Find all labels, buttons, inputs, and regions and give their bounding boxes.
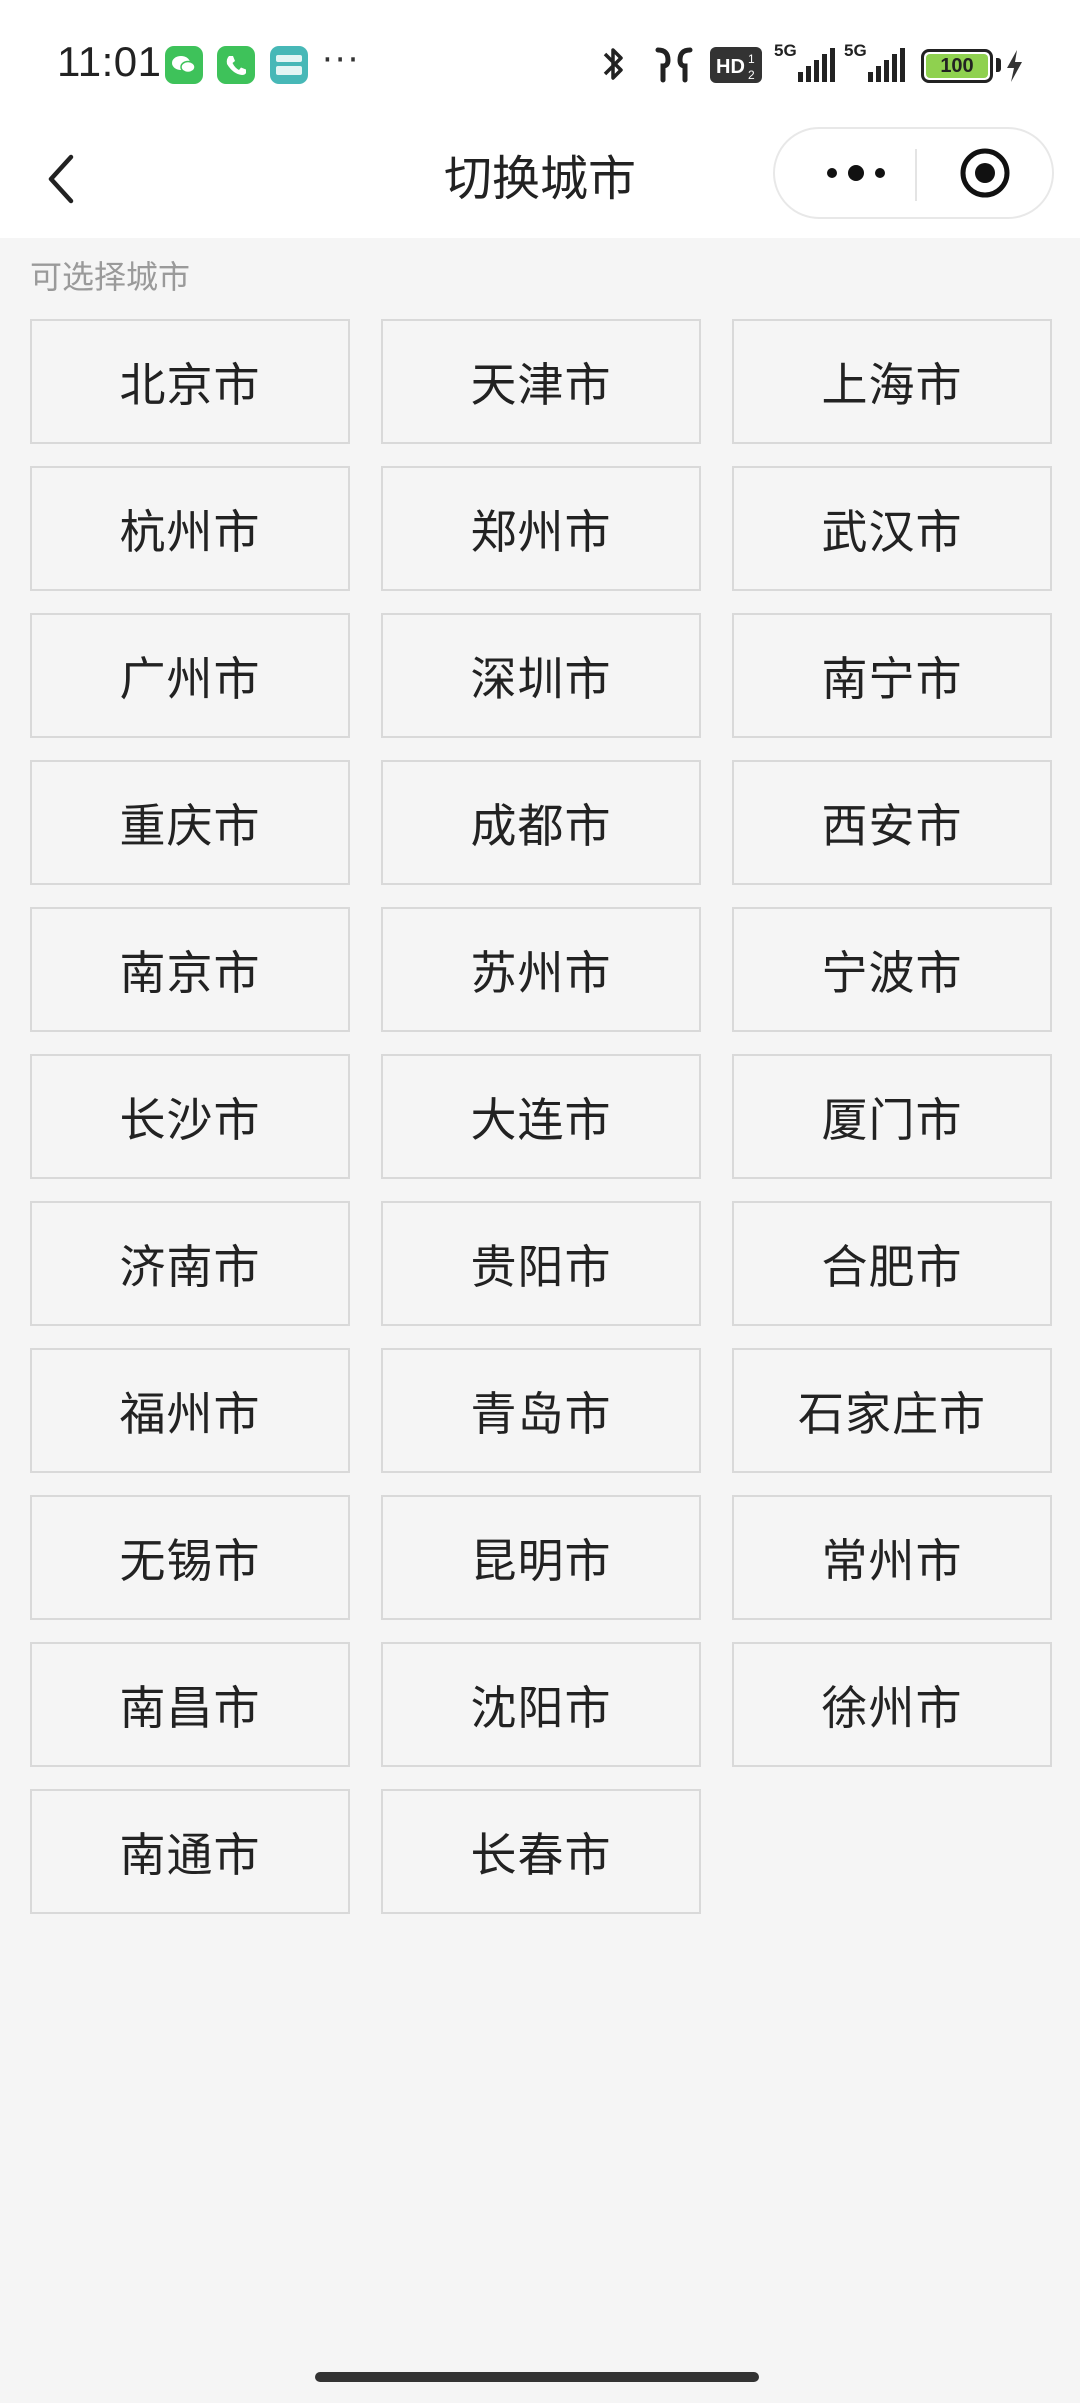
city-button[interactable]: 沈阳市	[381, 1642, 701, 1767]
svg-text:5G: 5G	[774, 41, 797, 60]
svg-text:1: 1	[748, 52, 755, 66]
wechat-icon	[165, 46, 203, 84]
more-options-button[interactable]	[797, 129, 915, 217]
battery-icon: 100	[921, 49, 993, 83]
earbuds-icon	[655, 47, 693, 83]
city-button[interactable]: 济南市	[30, 1201, 350, 1326]
signal-sim2-icon: 5G	[844, 41, 905, 82]
target-close-icon	[960, 148, 1009, 198]
city-button[interactable]: 北京市	[30, 319, 350, 444]
city-button[interactable]: 福州市	[30, 1348, 350, 1473]
city-button[interactable]: 昆明市	[381, 1495, 701, 1620]
city-button[interactable]: 南宁市	[732, 613, 1052, 738]
city-button[interactable]: 青岛市	[381, 1348, 701, 1473]
more-notifications-indicator: ···	[322, 40, 361, 80]
city-button[interactable]: 大连市	[381, 1054, 701, 1179]
status-bar: 11:01 ··· HD 1 2 5G 5G 100	[0, 0, 1080, 120]
hd-voice-icon: HD 1 2	[710, 47, 762, 83]
city-grid: 北京市 天津市 上海市杭州市 郑州市 武汉市广州市 深圳市 南宁市重庆市 成都市 西安市南京市苏…	[30, 319, 1052, 1914]
svg-text:2: 2	[748, 68, 755, 82]
battery-level: 100	[926, 54, 988, 78]
city-button[interactable]: 天津市	[381, 319, 701, 444]
city-button[interactable]: 无锡市	[30, 1495, 350, 1620]
city-button[interactable]: 杭州市	[30, 466, 350, 591]
city-button[interactable]: 厦门市	[732, 1054, 1052, 1179]
home-indicator[interactable]	[315, 2372, 759, 2382]
city-button[interactable]: 苏州市	[381, 907, 701, 1032]
city-button[interactable]: 上海市	[732, 319, 1052, 444]
city-button[interactable]: 南通市	[30, 1789, 350, 1914]
charging-icon	[1007, 50, 1022, 82]
city-button[interactable]: 重庆市	[30, 760, 350, 885]
svg-text:5G: 5G	[844, 41, 867, 60]
city-button[interactable]: 长春市	[381, 1789, 701, 1914]
city-button[interactable]: 宁波市	[732, 907, 1052, 1032]
close-miniprogram-button[interactable]	[917, 129, 1052, 217]
signal-sim1-icon: 5G	[774, 41, 835, 82]
battery-cap	[996, 58, 1001, 72]
boss-zhipin-icon	[270, 46, 308, 84]
page: 11:01 ··· HD 1 2 5G 5G 100 切换城市 可选择城市 北京…	[0, 0, 1080, 2403]
city-button[interactable]: 石家庄市	[732, 1348, 1052, 1473]
svg-text:HD: HD	[716, 56, 745, 78]
status-time: 11:01	[57, 38, 162, 85]
city-button[interactable]: 长沙市	[30, 1054, 350, 1179]
phone-icon	[217, 46, 255, 84]
city-button[interactable]: 徐州市	[732, 1642, 1052, 1767]
more-dots-icon	[827, 165, 885, 181]
city-button[interactable]: 南昌市	[30, 1642, 350, 1767]
city-button[interactable]: 深圳市	[381, 613, 701, 738]
city-button[interactable]: 武汉市	[732, 466, 1052, 591]
city-button[interactable]: 南京市	[30, 907, 350, 1032]
city-button[interactable]: 常州市	[732, 1495, 1052, 1620]
city-button[interactable]: 合肥市	[732, 1201, 1052, 1326]
city-button[interactable]: 贵阳市	[381, 1201, 701, 1326]
city-button[interactable]: 成都市	[381, 760, 701, 885]
navigation-bar: 切换城市	[0, 120, 1080, 238]
city-button[interactable]: 西安市	[732, 760, 1052, 885]
miniprogram-capsule	[773, 127, 1054, 219]
city-button[interactable]: 郑州市	[381, 466, 701, 591]
section-label: 可选择城市	[30, 258, 191, 296]
city-button[interactable]: 广州市	[30, 613, 350, 738]
bluetooth-icon	[603, 48, 623, 80]
